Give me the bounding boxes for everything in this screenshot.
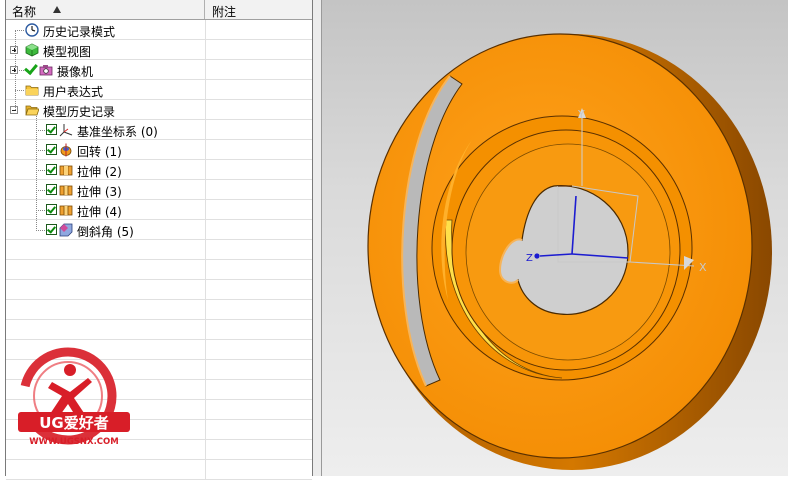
ug-enthusiast-watermark-logo: UG爱好者 WWW.UGSNX.COM xyxy=(18,347,130,447)
watermark-url-text: WWW.UGSNX.COM xyxy=(29,437,118,447)
column-header-name[interactable]: 名称 xyxy=(6,0,205,19)
tree-row-cameras[interactable]: 摄像机 xyxy=(6,60,312,80)
tree-row-feature-revolve[interactable]: 回转 (1) xyxy=(6,140,312,160)
tree-row-feature-datum-csys[interactable]: 基准坐标系 (0) xyxy=(6,120,312,140)
navigator-resize-edge[interactable] xyxy=(313,0,322,476)
y-axis-label: Y xyxy=(577,108,585,121)
tree-row-label: 拉伸 (2) xyxy=(77,165,122,179)
tree-row-feature-extrude-2[interactable]: 拉伸 (2) xyxy=(6,160,312,180)
navigator-header: 名称 附注 xyxy=(6,0,312,20)
empty-row xyxy=(6,320,312,340)
tree-row-label: 回转 (1) xyxy=(77,145,122,159)
tree-connector xyxy=(36,230,45,231)
model-views-icon xyxy=(25,43,39,57)
extrude-icon xyxy=(59,165,73,176)
feature-checkbox[interactable] xyxy=(46,164,57,175)
tree-row-label: 倒斜角 (5) xyxy=(77,225,134,239)
tree-row-label: 摄像机 xyxy=(57,65,94,79)
tree-row-label: 模型视图 xyxy=(43,45,92,59)
extrude-icon xyxy=(59,205,73,216)
tree-row-history-mode[interactable]: 历史记录模式 xyxy=(6,20,312,40)
sort-ascending-icon[interactable] xyxy=(53,6,61,13)
feature-checkbox[interactable] xyxy=(46,224,57,235)
extrude-icon xyxy=(59,185,73,196)
tree-connector xyxy=(15,90,24,91)
csys-origin-marker xyxy=(534,253,540,259)
collapse-minus-icon[interactable] xyxy=(10,106,18,114)
folder-icon xyxy=(25,85,39,96)
tree-row-label: 用户表达式 xyxy=(43,85,104,99)
empty-row xyxy=(6,240,312,260)
camera-icon xyxy=(39,65,53,76)
expand-plus-icon[interactable] xyxy=(10,46,18,54)
expand-plus-icon[interactable] xyxy=(10,66,18,74)
tree-row-feature-extrude-3[interactable]: 拉伸 (3) xyxy=(6,180,312,200)
tree-row-feature-chamfer[interactable]: 倒斜角 (5) xyxy=(6,220,312,240)
empty-row xyxy=(6,300,312,320)
tree-connector xyxy=(36,190,45,191)
tree-connector xyxy=(15,30,16,110)
tree-connector xyxy=(15,30,24,31)
open-folder-icon xyxy=(25,105,39,116)
x-axis-label: X xyxy=(699,261,707,274)
feature-checkbox[interactable] xyxy=(46,204,57,215)
part-model[interactable]: Y X Z xyxy=(322,0,788,476)
tree-row-model-history[interactable]: 模型历史记录 xyxy=(6,100,312,120)
feature-checkbox[interactable] xyxy=(46,144,57,155)
tree-row-label: 拉伸 (4) xyxy=(77,205,122,219)
tree-connector xyxy=(36,170,45,171)
datum-csys-icon xyxy=(59,124,73,137)
feature-checkbox[interactable] xyxy=(46,184,57,195)
tree-row-label: 模型历史记录 xyxy=(43,105,116,119)
tree-row-user-expressions[interactable]: 用户表达式 xyxy=(6,80,312,100)
empty-row xyxy=(6,280,312,300)
tree-connector xyxy=(19,70,24,71)
tree-row-label: 基准坐标系 (0) xyxy=(77,125,158,139)
tree-row-label: 历史记录模式 xyxy=(43,25,116,39)
z-axis-label: Z xyxy=(526,253,533,264)
tree-row-feature-extrude-4[interactable]: 拉伸 (4) xyxy=(6,200,312,220)
empty-row xyxy=(6,260,312,280)
tree-row-label: 拉伸 (3) xyxy=(77,185,122,199)
revolve-icon xyxy=(60,143,72,157)
tree-connector xyxy=(36,150,45,151)
column-header-note-label: 附注 xyxy=(212,5,237,19)
tree-connector xyxy=(36,210,45,211)
graphics-viewport[interactable]: Y X Z xyxy=(322,0,788,476)
empty-row xyxy=(6,460,312,480)
watermark-brand-text: UG爱好者 xyxy=(39,414,109,432)
column-header-note[interactable]: 附注 xyxy=(206,0,312,19)
chamfer-icon xyxy=(59,223,73,237)
column-header-name-label: 名称 xyxy=(12,5,37,19)
tree-connector xyxy=(36,116,37,231)
tree-row-model-views[interactable]: 模型视图 xyxy=(6,40,312,60)
clock-icon xyxy=(25,23,39,37)
feature-checkbox[interactable] xyxy=(46,124,57,135)
check-mark-icon xyxy=(24,60,38,76)
tree-connector xyxy=(36,130,45,131)
